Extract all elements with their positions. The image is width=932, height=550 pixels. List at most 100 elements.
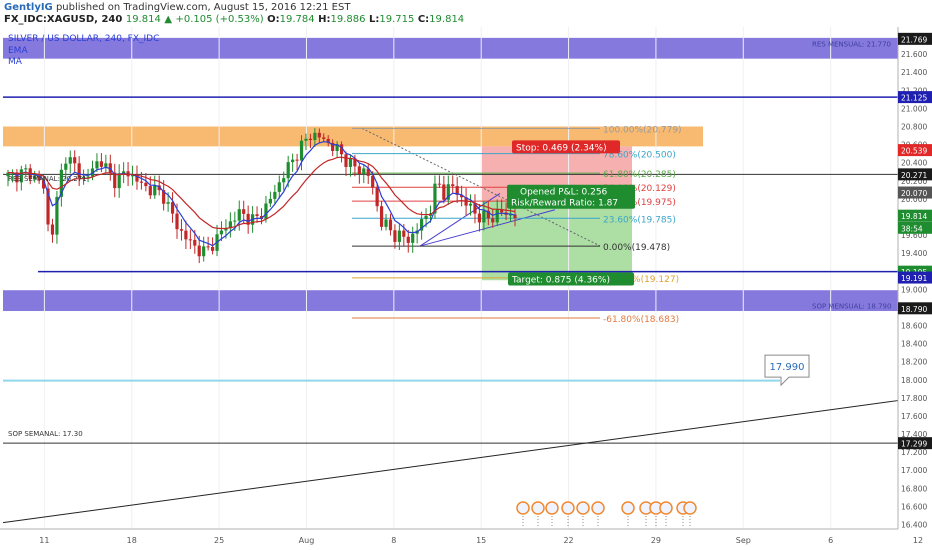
candle-body [166, 202, 170, 204]
price-badge: 20.070 [901, 189, 927, 198]
price-badge: 21.769 [901, 35, 927, 44]
price-tick: 17.600 [901, 412, 927, 421]
time-tick: 25 [214, 536, 224, 545]
price-badge: 38:54 [901, 224, 923, 233]
candle-body [219, 230, 224, 235]
price-tick: 19.400 [901, 249, 927, 258]
price-tick: 21.000 [901, 104, 927, 113]
candle-body [104, 163, 108, 167]
event-flag-icon [545, 501, 559, 515]
candle-body [477, 213, 482, 223]
candle-body [299, 140, 304, 161]
sop-mensual-zone [3, 290, 898, 312]
candle-body [73, 157, 77, 164]
low-value: 19.715 [379, 14, 415, 25]
price-badge: 17.299 [901, 440, 927, 449]
candle-body [99, 161, 103, 167]
fib-label: -61.80%(18.683) [603, 315, 679, 325]
event-flag-icon [576, 501, 590, 515]
price-tick: 17.000 [901, 466, 927, 475]
candle-body [322, 137, 326, 139]
candle-body [197, 245, 201, 257]
candle-body [393, 230, 397, 242]
candle-body [24, 168, 28, 170]
symbol-label: FX_IDC:XAGUSD, 240 [4, 14, 123, 25]
risk-reward-label: Risk/Reward Ratio: 1.87 [511, 199, 618, 209]
price-tick: 21.600 [901, 50, 927, 59]
target-zone [482, 200, 632, 281]
chart-title: SILVER / US DOLLAR, 240, FX_IDC [8, 34, 159, 44]
candle-body [406, 236, 410, 243]
chart-background [0, 27, 932, 550]
candle-body [184, 230, 188, 240]
sop-mensual-label: SOP MENSUAL: 18.790 [812, 303, 891, 311]
candle-body [308, 138, 313, 141]
candle-body [233, 220, 237, 222]
target-label: Target: 0.875 (4.36%) [511, 275, 610, 285]
opened-pnl-label: Opened P&L: 0.256 [520, 188, 608, 198]
publish-text: published on TradingView.com, August 15,… [55, 2, 351, 13]
candle-body [411, 233, 415, 243]
candle-body [139, 181, 144, 183]
time-tick: 18 [127, 536, 137, 545]
candle-body [277, 182, 281, 192]
candle-body [210, 246, 215, 251]
close-label: C: [417, 14, 430, 25]
time-tick: 12 [913, 536, 923, 545]
event-flag-icon [683, 501, 697, 515]
candle-body [64, 163, 68, 170]
candle-body [117, 173, 121, 189]
sop-semanal-label: SOP SEMANAL: 17.30 [8, 430, 83, 438]
candle-body [482, 210, 486, 223]
indicator-ema[interactable]: EMA [8, 46, 28, 56]
price-chart[interactable]: 100.00%(20.779)78.60%(20.500)61.80%(20.2… [0, 27, 932, 550]
candle-body [451, 184, 455, 187]
last-price: 19.814 [125, 14, 161, 25]
candle-body [357, 166, 361, 174]
candle-body [344, 154, 348, 167]
close-value: 19.814 [429, 14, 465, 25]
low-label: L: [368, 14, 380, 25]
candle-body [95, 161, 99, 169]
price-tick: 20.800 [901, 122, 927, 131]
candle-body [148, 186, 152, 196]
fib-label: 61.80%(20.285) [603, 170, 676, 180]
time-tick: 29 [651, 536, 661, 545]
candle-body [402, 230, 406, 237]
candle-body [491, 218, 495, 223]
event-flag-icon [591, 501, 605, 515]
candle-body [242, 209, 246, 214]
candle-body [468, 203, 473, 206]
res-semanal-label: RES SEMANAL: 20.271 [8, 175, 87, 183]
time-tick: 6 [828, 536, 833, 545]
candle-body [144, 182, 148, 187]
event-flag-icon [621, 501, 635, 515]
fib-label: 0.00%(19.478) [603, 243, 670, 253]
open-label: O: [267, 14, 280, 25]
price-badge: 20.539 [901, 147, 927, 156]
candle-body [362, 168, 366, 174]
high-label: H: [318, 14, 331, 25]
candle-body [375, 187, 379, 207]
price-tick: 17.200 [901, 448, 927, 457]
ohlc-line: FX_IDC:XAGUSD, 240 19.814 ▲ +0.105 (+0.5… [4, 14, 464, 26]
price-tick: 16.800 [901, 484, 927, 493]
candle-body [202, 246, 206, 257]
time-tick: 11 [39, 536, 49, 545]
indicator-ma[interactable]: MA [8, 57, 23, 67]
candle-body [388, 219, 393, 231]
price-badge: 18.790 [901, 305, 927, 314]
candle-body [304, 138, 308, 141]
candle-body [397, 230, 401, 242]
candle-body [313, 132, 317, 141]
author-name[interactable]: GentlyIG [4, 2, 53, 13]
time-tick: 22 [563, 536, 573, 545]
event-flag-icon [659, 501, 673, 515]
candle-body [255, 214, 259, 217]
candle-body [379, 206, 384, 227]
time-tick: Sep [736, 536, 751, 545]
candle-body [286, 162, 290, 179]
price-badge: 20.271 [901, 171, 927, 180]
event-flag-icon [531, 501, 545, 515]
candle-body [188, 239, 192, 241]
